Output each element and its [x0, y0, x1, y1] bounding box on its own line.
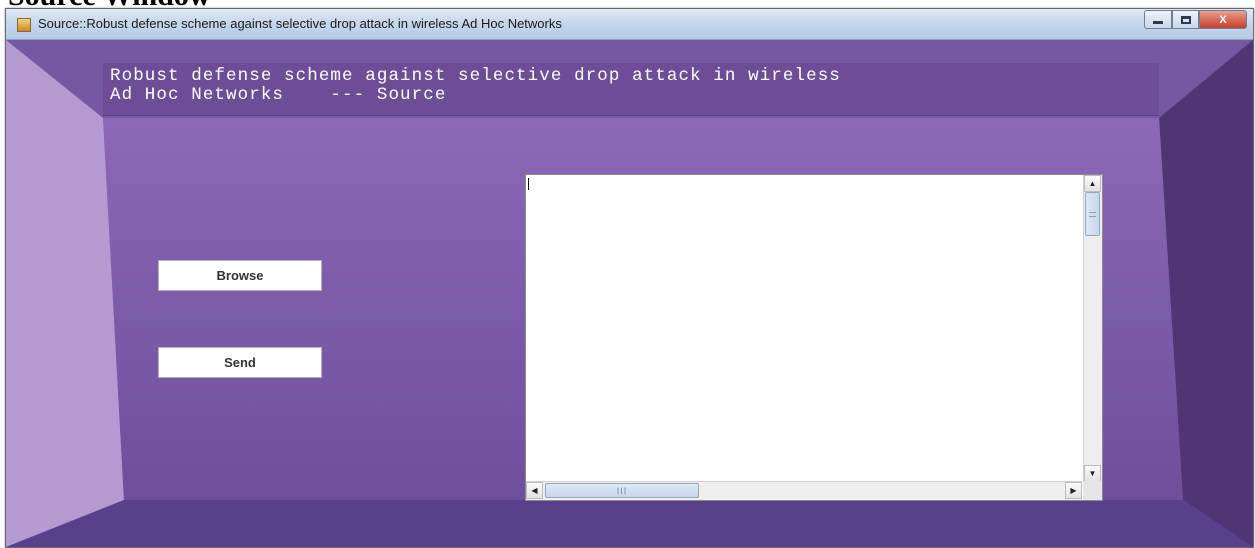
- maximize-button[interactable]: [1172, 10, 1199, 29]
- grip-icon: [1089, 212, 1096, 217]
- arrow-left-icon: ◀: [531, 486, 538, 495]
- minimize-icon: [1153, 21, 1163, 24]
- scrollbar-corner: [1083, 481, 1102, 500]
- scroll-left-button[interactable]: ◀: [526, 482, 543, 499]
- close-button[interactable]: X: [1199, 10, 1247, 29]
- java-app-icon[interactable]: [17, 18, 31, 32]
- window-title: Source::Robust defense scheme against se…: [38, 16, 562, 31]
- minimize-button[interactable]: [1144, 10, 1172, 29]
- scroll-right-button[interactable]: ▶: [1065, 482, 1082, 499]
- vertical-scrollbar[interactable]: ▲ ▼: [1083, 175, 1102, 482]
- send-button[interactable]: Send: [158, 347, 322, 378]
- title-bar[interactable]: Source::Robust defense scheme against se…: [6, 9, 1253, 40]
- scroll-up-button[interactable]: ▲: [1084, 175, 1101, 192]
- vertical-scroll-thumb[interactable]: [1085, 192, 1100, 236]
- content-panel: Robust defense scheme against selective …: [6, 40, 1253, 547]
- maximize-icon: [1180, 15, 1191, 24]
- arrow-up-icon: ▲: [1088, 179, 1097, 188]
- horizontal-scrollbar[interactable]: ◀ III ▶: [526, 481, 1082, 500]
- close-icon: X: [1219, 13, 1227, 26]
- scroll-down-button[interactable]: ▼: [1084, 465, 1101, 482]
- window-controls: X: [1144, 10, 1247, 30]
- message-text-area[interactable]: ▲ ▼ ◀ III ▶: [525, 174, 1103, 501]
- browse-button[interactable]: Browse: [158, 260, 322, 291]
- grip-icon: III: [616, 485, 628, 496]
- text-caret: [528, 178, 529, 190]
- header-title: Robust defense scheme against selective …: [110, 66, 841, 105]
- source-window: Source::Robust defense scheme against se…: [5, 8, 1254, 548]
- arrow-right-icon: ▶: [1070, 486, 1077, 495]
- horizontal-scroll-thumb[interactable]: III: [545, 483, 699, 498]
- arrow-down-icon: ▼: [1088, 469, 1097, 478]
